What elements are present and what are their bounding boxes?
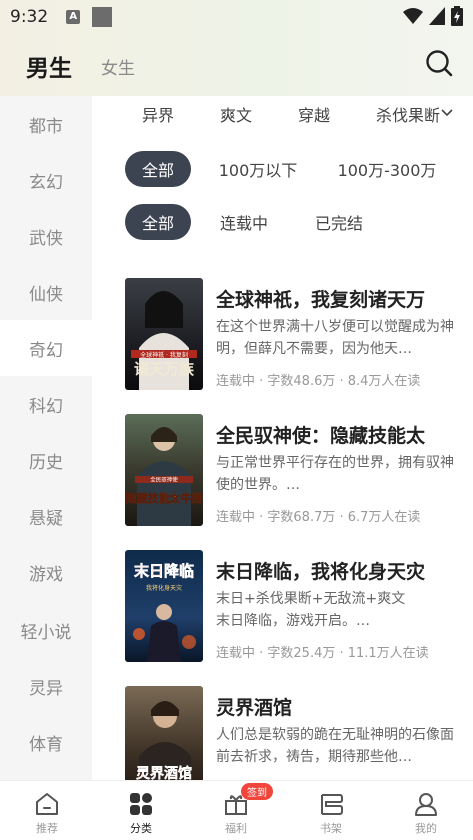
sidebar-item-xuanhuan[interactable]: 玄幻	[0, 152, 92, 208]
category-sidebar: 都市 玄幻 武侠 仙侠 奇幻 科幻 历史 悬疑 游戏 轻小说 灵异 体育	[0, 96, 92, 780]
book-description: 与正常世界平行存在的世界，拥有驭神使的世界。…	[216, 455, 454, 493]
sidebar-item-label: 灵异	[29, 678, 63, 699]
book-title: 灵界酒馆	[216, 697, 293, 719]
cover-title: 末日降临	[134, 562, 194, 580]
nav-category[interactable]: 分类	[96, 781, 186, 840]
tab-male[interactable]: 男生	[26, 49, 72, 83]
book-item[interactable]: 全民驭神使 隐藏技能太牛掰 全民驭神使：隐藏技能太 与正常世界平行存在的世界，拥…	[125, 414, 470, 532]
category-icon	[130, 793, 152, 815]
sidebar-item-lingyi[interactable]: 灵异	[0, 658, 92, 714]
nav-label: 分类	[130, 822, 152, 835]
bottom-nav: 推荐 分类 福利 签到 书架 我的	[0, 780, 473, 840]
sidebar-item-dushi[interactable]: 都市	[0, 96, 92, 152]
book-meta: 连载中 · 字数25.4万 · 11.1万人在读	[216, 646, 429, 661]
book-meta: 连载中 · 字数48.6万 · 8.4万人在读	[216, 374, 421, 389]
sidebar-item-label: 游戏	[29, 564, 63, 585]
book-cover: 诸天万族 全球神祇 · 我复刻	[125, 278, 203, 390]
book-title: 全民驭神使：隐藏技能太	[216, 425, 426, 447]
notification-square-icon	[92, 7, 113, 27]
sidebar-item-label: 体育	[29, 734, 63, 755]
main-content: 异界 爽文 穿越 杀伐果断 全部 100万以下 100万-300万 全部 连载中…	[92, 96, 473, 780]
filter-wordcount-1m-3m[interactable]: 100万-300万	[332, 151, 442, 187]
notification-a-icon: A	[66, 10, 81, 24]
cover-subtitle: 全球神祇 · 我复刻	[140, 351, 188, 359]
sidebar-item-label: 科幻	[29, 396, 63, 417]
checkin-badge: 签到	[241, 783, 273, 800]
sidebar-item-tiyu[interactable]: 体育	[0, 714, 92, 770]
book-description: 在这个世界满十八岁便可以觉醒成为神明，但薛凡不需要，因为他天…	[216, 319, 454, 357]
status-indicators	[403, 6, 463, 26]
nav-profile[interactable]: 我的	[381, 781, 471, 840]
subcategory-shafa[interactable]: 杀伐果断	[376, 102, 440, 126]
sidebar-item-label: 奇幻	[29, 340, 63, 361]
tab-female[interactable]: 女生	[101, 54, 135, 79]
sidebar-item-qihuan[interactable]: 奇幻	[0, 320, 92, 376]
cover-title: 灵界酒馆	[136, 765, 192, 780]
bookshelf-icon	[321, 794, 343, 815]
status-bar: 9:32 A	[0, 0, 473, 34]
book-description: 末日+杀伐果断+无敌流+爽文 末日降临，游戏开启。…	[216, 591, 406, 629]
home-icon	[36, 793, 58, 815]
sidebar-item-xianxia[interactable]: 仙侠	[0, 264, 92, 320]
sidebar-item-kehuan[interactable]: 科幻	[0, 376, 92, 432]
nav-label: 推荐	[36, 822, 58, 835]
book-item[interactable]: 诸天万族 全球神祇 · 我复刻 全球神祇，我复刻诸天万 在这个世界满十八岁便可以…	[125, 278, 470, 396]
profile-icon	[415, 793, 437, 816]
sidebar-item-wuxia[interactable]: 武侠	[0, 208, 92, 264]
book-meta: 连载中 · 字数68.7万 · 6.7万人在读	[216, 510, 421, 525]
book-description: 人们总是软弱的跪在无耻神明的石像面前去祈求，祷告，期待那些他…	[216, 727, 454, 765]
chevron-down-icon[interactable]	[441, 108, 453, 118]
status-time: 9:32	[10, 7, 49, 27]
sidebar-item-label: 悬疑	[29, 508, 63, 529]
filter-status-completed[interactable]: 已完结	[304, 204, 374, 240]
book-cover: 全民驭神使 隐藏技能太牛掰	[125, 414, 203, 526]
sidebar-item-lishi[interactable]: 历史	[0, 432, 92, 488]
filter-wordcount-all[interactable]: 全部	[125, 151, 191, 187]
filter-status-all[interactable]: 全部	[125, 204, 191, 240]
book-title: 末日降临，我将化身天灾	[216, 561, 426, 583]
subcategory-chuanyue[interactable]: 穿越	[298, 102, 330, 126]
sidebar-item-youxi[interactable]: 游戏	[0, 544, 92, 600]
sidebar-item-xuanyi[interactable]: 悬疑	[0, 488, 92, 544]
nav-bookshelf[interactable]: 书架	[286, 781, 376, 840]
cover-title: 隐藏技能太牛掰	[126, 491, 203, 505]
sidebar-item-label: 武侠	[29, 228, 63, 249]
signal-icon	[429, 7, 445, 25]
book-cover: 末日降临 我将化身天灾	[125, 550, 203, 662]
sidebar-item-label: 历史	[29, 452, 63, 473]
cover-title: 诸天万族	[134, 360, 195, 378]
sidebar-item-label: 玄幻	[29, 172, 63, 193]
book-cover: 灵界酒馆	[125, 686, 203, 780]
cover-subtitle: 我将化身天灾	[146, 584, 182, 592]
header: 男生 女生	[0, 34, 473, 96]
book-item[interactable]: 末日降临 我将化身天灾 末日降临，我将化身天灾 末日+杀伐果断+无敌流+爽文 末…	[125, 550, 470, 668]
nav-recommend[interactable]: 推荐	[2, 781, 92, 840]
subcategory-shuangwen[interactable]: 爽文	[220, 102, 252, 126]
nav-label: 书架	[320, 822, 342, 835]
cover-subtitle: 全民驭神使	[150, 476, 178, 484]
sidebar-item-label: 仙侠	[29, 284, 63, 305]
sidebar-item-qingxiaoshuo[interactable]: 轻小说	[0, 602, 92, 658]
book-item[interactable]: 灵界酒馆 灵界酒馆 人们总是软弱的跪在无耻神明的石像面前去祈求，祷告，期待那些他…	[125, 686, 470, 780]
search-icon[interactable]	[424, 48, 454, 78]
battery-icon	[451, 6, 463, 26]
nav-label: 福利	[225, 822, 247, 835]
nav-welfare[interactable]: 福利 签到	[191, 781, 281, 840]
subcategory-bar: 异界 爽文 穿越 杀伐果断	[92, 96, 473, 130]
sidebar-item-label: 都市	[29, 116, 63, 137]
sidebar-item-label: 轻小说	[20, 622, 72, 643]
filter-status-ongoing[interactable]: 连载中	[209, 204, 279, 240]
wifi-icon	[403, 8, 423, 24]
filter-wordcount-under-1m[interactable]: 100万以下	[209, 151, 307, 187]
subcategory-yijie[interactable]: 异界	[142, 102, 174, 126]
nav-label: 我的	[415, 822, 437, 835]
book-title: 全球神祇，我复刻诸天万	[216, 289, 426, 311]
